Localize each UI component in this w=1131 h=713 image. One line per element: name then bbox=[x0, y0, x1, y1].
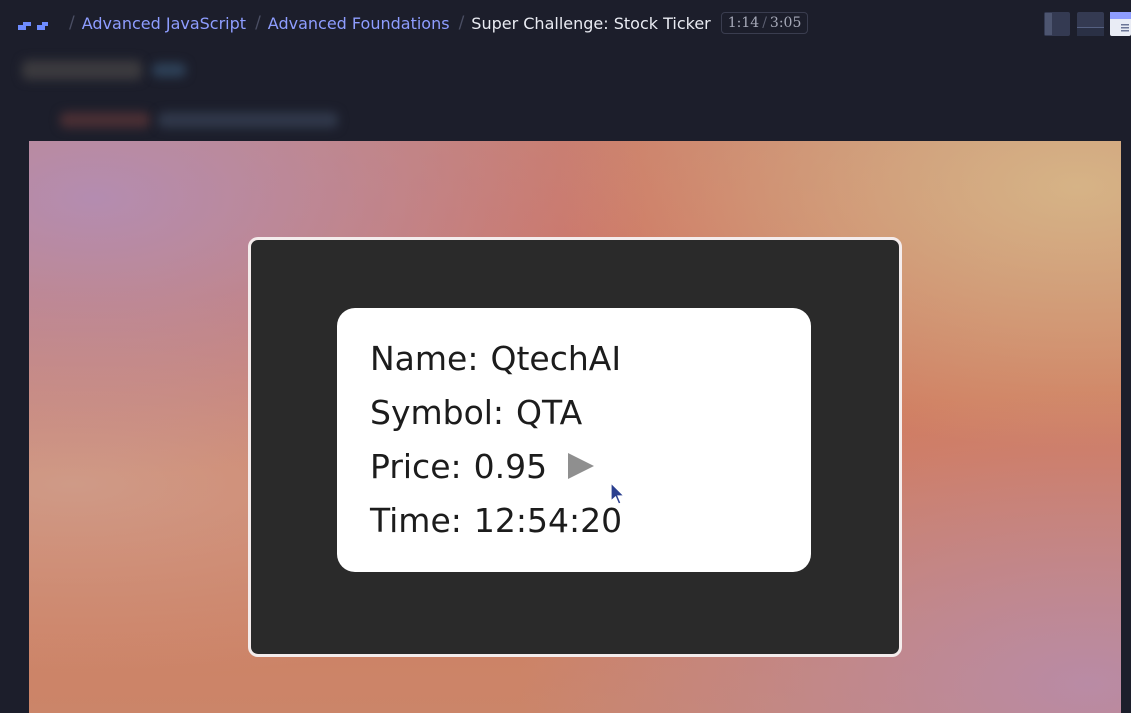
breadcrumb-separator: / bbox=[255, 13, 261, 33]
stock-symbol-row: Symbol: QTA bbox=[370, 393, 582, 433]
layout-stacked-icon[interactable] bbox=[1077, 12, 1104, 36]
video-duration: 3:05 bbox=[769, 15, 802, 31]
breadcrumb-separator: / bbox=[458, 13, 465, 33]
blurred-content bbox=[60, 112, 150, 128]
stock-symbol-value: QTA bbox=[516, 393, 583, 432]
time-separator: / bbox=[762, 15, 767, 31]
scrimba-logo-icon[interactable] bbox=[18, 20, 50, 32]
blurred-content bbox=[22, 60, 142, 80]
stock-name-row: Name: QtechAI bbox=[370, 339, 621, 379]
preview-stage: Name: QtechAI Symbol: QTA Price: 0.95 Time:… bbox=[29, 141, 1121, 713]
stock-price-label: Price: bbox=[370, 447, 462, 486]
layout-notes-icon[interactable] bbox=[1110, 12, 1131, 36]
stock-price-value: 0.95 bbox=[473, 447, 548, 486]
top-bar: / Advanced JavaScript / Advanced Foundat… bbox=[0, 0, 1131, 46]
breadcrumb-module-link[interactable]: Advanced Foundations bbox=[268, 14, 450, 33]
blurred-content bbox=[158, 112, 338, 128]
play-triangle-icon bbox=[567, 452, 594, 479]
breadcrumb-separator: / bbox=[69, 13, 75, 33]
stock-symbol-label: Symbol: bbox=[370, 393, 505, 432]
preview-window: Name: QtechAI Symbol: QTA Price: 0.95 Time:… bbox=[248, 237, 902, 657]
stock-price-row: Price: 0.95 bbox=[370, 447, 594, 487]
stock-time-row: Time: 12:54:20 bbox=[370, 501, 622, 541]
layout-sidebar-icon[interactable] bbox=[1044, 12, 1070, 36]
stock-name-label: Name: bbox=[370, 339, 479, 378]
stock-ticker-card: Name: QtechAI Symbol: QTA Price: 0.95 Time:… bbox=[337, 308, 811, 572]
stock-time-label: Time: bbox=[370, 501, 462, 540]
breadcrumb-current-lesson: Super Challenge: Stock Ticker bbox=[471, 13, 711, 33]
blurred-content bbox=[152, 63, 186, 77]
video-time-display: 1:14/3:05 bbox=[720, 12, 809, 34]
stock-time-value: 12:54:20 bbox=[473, 501, 623, 540]
video-elapsed-time: 1:14 bbox=[727, 15, 760, 31]
breadcrumb: / Advanced JavaScript / Advanced Foundat… bbox=[60, 0, 809, 46]
mouse-cursor-icon bbox=[610, 482, 626, 505]
breadcrumb-course-link[interactable]: Advanced JavaScript bbox=[82, 14, 246, 33]
stock-name-value: QtechAI bbox=[490, 339, 622, 378]
